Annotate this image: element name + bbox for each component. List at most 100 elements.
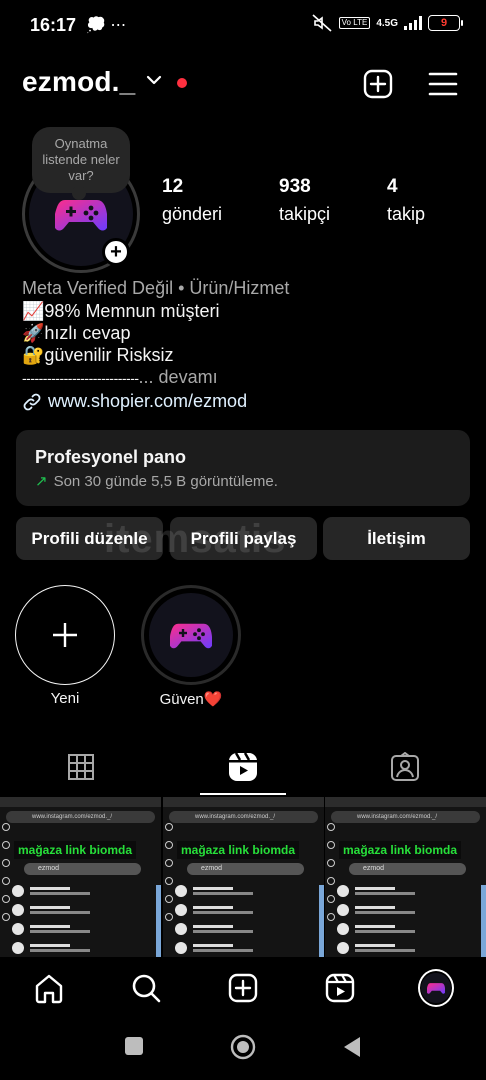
avatar-image-small	[421, 973, 451, 1003]
tab-grid[interactable]	[0, 742, 162, 792]
status-bar: 16:17 💭 ⋯ Vo LTE 4.5G 9	[0, 0, 486, 52]
professional-dashboard[interactable]: Profesyonel pano ↗ Son 30 günde 5,5 B gö…	[16, 430, 470, 506]
profile-category: Meta Verified Değil • Ürün/Hizmet	[22, 278, 290, 298]
thumb-sidebar	[2, 823, 10, 921]
tagged-icon	[391, 752, 419, 781]
nav-home[interactable]	[31, 970, 67, 1006]
recents-button[interactable]	[124, 1036, 144, 1061]
highlight-guven[interactable]: Güven❤️	[141, 585, 241, 708]
chevron-down-icon[interactable]	[146, 74, 162, 86]
status-right: Vo LTE 4.5G 9	[311, 14, 463, 32]
reel-thumbnail[interactable]: www.instagram.com/ezmod._/ mağaza link b…	[325, 797, 486, 957]
stat-label: takipçi	[279, 204, 331, 224]
reel-thumbnail[interactable]: www.instagram.com/ezmod._/ mağaza link b…	[0, 797, 161, 957]
thumb-edge	[156, 885, 161, 957]
stat-following[interactable]: 4 takip	[387, 176, 425, 225]
grid-icon	[68, 754, 94, 780]
thumb-search: ezmod	[187, 863, 304, 875]
bio-line: 🚀hızlı cevap	[22, 323, 131, 343]
signal-icon	[404, 16, 422, 30]
thumb-search-text: ezmod	[201, 865, 223, 872]
thumb-status	[0, 797, 161, 807]
bio-dashes: ----------------------------	[22, 370, 139, 386]
network-label: 4.5G	[376, 17, 398, 29]
home-circle-icon	[230, 1034, 256, 1060]
stat-label: gönderi	[162, 204, 223, 224]
thumb-search-text: ezmod	[363, 865, 385, 872]
profile-username[interactable]: ezmod._	[22, 66, 135, 98]
thumb-status	[325, 797, 486, 807]
notification-dot	[177, 78, 187, 88]
notification-icons: 💭 ⋯	[86, 17, 127, 34]
reels-nav-icon	[325, 973, 355, 1003]
new-post-icon	[363, 69, 393, 99]
profile-avatar-small	[418, 969, 454, 1007]
stat-posts[interactable]: 12 gönderi	[162, 176, 222, 225]
thumb-banner: mağaza link biomda	[14, 841, 137, 859]
battery-icon: 9	[428, 15, 463, 31]
note-bubble[interactable]: Oynatma listende neler var?	[32, 127, 130, 200]
status-time: 16:17	[30, 15, 77, 35]
mute-icon	[312, 14, 332, 32]
thumb-search: ezmod	[349, 863, 466, 875]
stat-count: 938	[279, 176, 311, 197]
bio-line: 📈98% Memnun müşteri	[22, 301, 220, 321]
stat-count: 12	[162, 176, 184, 197]
link-icon	[23, 393, 41, 410]
battery-level: 9	[440, 17, 448, 29]
thumb-url: www.instagram.com/ezmod._/	[6, 811, 155, 823]
thumb-sidebar	[327, 823, 335, 921]
bio-more-link[interactable]: ... devamı	[139, 367, 218, 387]
share-profile-button[interactable]: Profili paylaş	[170, 517, 317, 560]
profile-link[interactable]: www.shopier.com/ezmod	[22, 391, 247, 412]
nav-search[interactable]	[128, 970, 164, 1006]
add-story-button[interactable]: +	[102, 238, 130, 266]
thumb-edge	[319, 885, 324, 957]
thumb-rows	[12, 881, 153, 957]
stat-count: 4	[387, 176, 398, 197]
nav-reels[interactable]	[322, 970, 358, 1006]
stat-followers[interactable]: 938 takipçi	[279, 176, 330, 225]
back-icon	[344, 1037, 360, 1057]
edit-profile-button[interactable]: Profili düzenle	[16, 517, 163, 560]
create-icon	[228, 973, 258, 1003]
profile-link-text: www.shopier.com/ezmod	[48, 391, 248, 411]
gamepad-icon	[427, 983, 445, 994]
dashboard-title: Profesyonel pano	[35, 447, 187, 467]
thumb-banner: mağaza link biomda	[177, 841, 300, 859]
tab-tagged[interactable]	[324, 742, 486, 792]
search-icon	[132, 974, 161, 1003]
home-button[interactable]	[230, 1034, 256, 1065]
thumb-banner: mağaza link biomda	[339, 841, 462, 859]
plus-icon	[53, 623, 77, 647]
nav-create[interactable]	[225, 970, 261, 1006]
highlight-label: Güven❤️	[159, 691, 223, 708]
highlight-cover	[141, 585, 241, 685]
contact-button[interactable]: İletişim	[323, 517, 470, 560]
thumb-search-text: ezmod	[38, 865, 60, 872]
tab-reels[interactable]	[162, 742, 324, 792]
highlight-new[interactable]: Yeni	[15, 585, 115, 707]
thumb-url: www.instagram.com/ezmod._/	[331, 811, 480, 823]
thumb-status	[163, 797, 324, 807]
bottom-nav	[0, 958, 486, 1018]
new-post-button[interactable]	[362, 68, 394, 100]
nav-profile[interactable]	[418, 969, 454, 1007]
thumb-search: ezmod	[24, 863, 141, 875]
bio-line: 🔐güvenilir Risksiz	[22, 345, 174, 365]
menu-icon	[428, 72, 458, 96]
system-nav	[0, 1018, 486, 1080]
stat-label: takip	[387, 204, 426, 224]
trend-up-icon: ↗	[35, 473, 48, 490]
highlight-new-circle	[15, 585, 115, 685]
thumb-edge	[481, 885, 486, 957]
menu-button[interactable]	[427, 68, 459, 100]
lte-badge: Vo LTE	[338, 17, 371, 29]
highlight-cover-image	[149, 593, 233, 677]
back-button[interactable]	[342, 1036, 362, 1063]
thumb-rows	[175, 881, 316, 957]
reel-thumbnail[interactable]: www.instagram.com/ezmod._/ mağaza link b…	[163, 797, 324, 957]
active-tab-indicator	[200, 793, 286, 795]
bio-more-row[interactable]: ----------------------------... devamı	[22, 367, 218, 388]
thumb-url: www.instagram.com/ezmod._/	[169, 811, 318, 823]
